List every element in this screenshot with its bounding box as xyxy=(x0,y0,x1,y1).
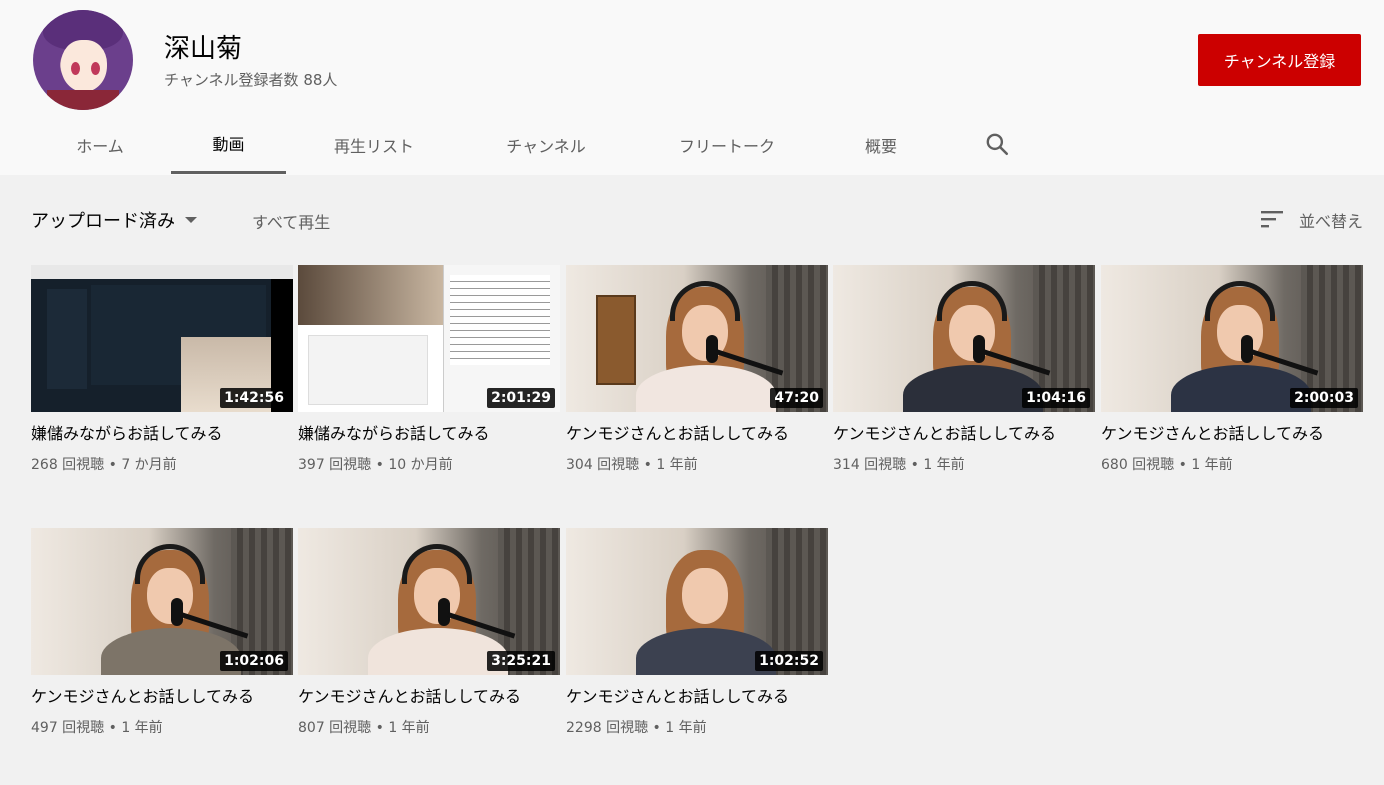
upload-filter-dropdown[interactable]: アップロード済み xyxy=(31,207,197,233)
tab-channels[interactable]: チャンネル xyxy=(486,115,606,174)
video-meta: 397 回視聴 • 10 か月前 xyxy=(298,457,453,473)
video-card[interactable]: 1:42:56 嫌儲みながらお話してみる 268 回視聴 • 7 か月前 xyxy=(31,265,293,474)
thumb-camera xyxy=(298,265,443,325)
thumb-sidebar xyxy=(47,289,87,389)
video-title[interactable]: ケンモジさんとお話ししてみる xyxy=(298,687,548,707)
video-title[interactable]: ケンモジさんとお話ししてみる xyxy=(566,424,816,444)
video-card[interactable]: 2:00:03 ケンモジさんとお話ししてみる 680 回視聴 • 1 年前 xyxy=(1101,265,1363,474)
video-card[interactable]: 1:04:16 ケンモジさんとお話ししてみる 314 回視聴 • 1 年前 xyxy=(833,265,1095,474)
video-card[interactable]: 47:20 ケンモジさんとお話ししてみる 304 回視聴 • 1 年前 xyxy=(566,265,828,474)
video-duration: 2:00:03 xyxy=(1290,388,1358,408)
video-title[interactable]: ケンモジさんとお話ししてみる xyxy=(31,687,281,707)
headphones-icon xyxy=(1205,281,1275,321)
video-title[interactable]: ケンモジさんとお話ししてみる xyxy=(833,424,1083,444)
headphones-icon xyxy=(135,544,205,584)
thumb-face xyxy=(682,568,728,624)
video-thumbnail[interactable]: 1:04:16 xyxy=(833,265,1095,412)
thumb-chat xyxy=(308,335,428,405)
video-duration: 1:42:56 xyxy=(220,388,288,408)
search-icon[interactable] xyxy=(984,131,1010,157)
video-duration: 1:04:16 xyxy=(1022,388,1090,408)
video-meta: 680 回視聴 • 1 年前 xyxy=(1101,457,1233,473)
channel-name: 深山菊 xyxy=(164,34,243,64)
subscribe-button[interactable]: チャンネル登録 xyxy=(1198,34,1361,86)
video-meta: 304 回視聴 • 1 年前 xyxy=(566,457,698,473)
video-thumbnail[interactable]: 2:00:03 xyxy=(1101,265,1363,412)
avatar-eye-right xyxy=(91,62,100,75)
video-thumbnail[interactable]: 1:02:52 xyxy=(566,528,828,675)
tab-about[interactable]: 概要 xyxy=(846,115,916,174)
thumb-body xyxy=(636,365,776,412)
video-title[interactable]: 嫌儲みながらお話してみる xyxy=(298,424,548,444)
tab-discussion[interactable]: フリートーク xyxy=(655,115,799,174)
video-title[interactable]: 嫌儲みながらお話してみる xyxy=(31,424,281,444)
subscriber-count: チャンネル登録者数 88人 xyxy=(164,71,338,89)
video-meta: 2298 回視聴 • 1 年前 xyxy=(566,720,707,736)
video-card[interactable]: 2:01:29 嫌儲みながらお話してみる 397 回視聴 • 10 か月前 xyxy=(298,265,560,474)
channel-avatar[interactable] xyxy=(33,10,133,110)
chevron-down-icon xyxy=(185,217,197,223)
avatar-kimono xyxy=(47,90,119,110)
headphones-icon xyxy=(937,281,1007,321)
channel-header: 深山菊 チャンネル登録者数 88人 チャンネル登録 ホーム 動画 再生リスト チ… xyxy=(0,0,1384,175)
play-all-button[interactable]: すべて再生 xyxy=(252,209,330,233)
video-meta: 314 回視聴 • 1 年前 xyxy=(833,457,965,473)
sort-button[interactable]: 並べ替え xyxy=(1299,208,1363,232)
video-thumbnail[interactable]: 3:25:21 xyxy=(298,528,560,675)
video-title[interactable]: ケンモジさんとお話ししてみる xyxy=(1101,424,1351,444)
video-duration: 1:02:52 xyxy=(755,651,823,671)
video-meta: 807 回視聴 • 1 年前 xyxy=(298,720,430,736)
video-duration: 3:25:21 xyxy=(487,651,555,671)
video-thumbnail[interactable]: 1:42:56 xyxy=(31,265,293,412)
video-card[interactable]: 1:02:06 ケンモジさんとお話ししてみる 497 回視聴 • 1 年前 xyxy=(31,528,293,737)
tab-videos[interactable]: 動画 xyxy=(171,115,286,174)
avatar-eye-left xyxy=(71,62,80,75)
video-card[interactable]: 1:02:52 ケンモジさんとお話ししてみる 2298 回視聴 • 1 年前 xyxy=(566,528,828,737)
video-duration: 47:20 xyxy=(770,388,823,408)
video-thumbnail[interactable]: 47:20 xyxy=(566,265,828,412)
tab-home[interactable]: ホーム xyxy=(52,115,148,174)
video-meta: 497 回視聴 • 1 年前 xyxy=(31,720,163,736)
sort-icon[interactable] xyxy=(1260,208,1286,230)
thumb-door xyxy=(596,295,636,385)
video-duration: 2:01:29 xyxy=(487,388,555,408)
video-thumbnail[interactable]: 2:01:29 xyxy=(298,265,560,412)
avatar-face xyxy=(61,40,107,92)
headphones-icon xyxy=(402,544,472,584)
thumb-text-lines xyxy=(450,275,550,365)
thumb-browser-bar xyxy=(31,265,293,279)
headphones-icon xyxy=(670,281,740,321)
upload-filter-label: アップロード済み xyxy=(31,211,175,232)
video-title[interactable]: ケンモジさんとお話ししてみる xyxy=(566,687,816,707)
video-duration: 1:02:06 xyxy=(220,651,288,671)
video-card[interactable]: 3:25:21 ケンモジさんとお話ししてみる 807 回視聴 • 1 年前 xyxy=(298,528,560,737)
video-meta: 268 回視聴 • 7 か月前 xyxy=(31,457,177,473)
tab-playlists[interactable]: 再生リスト xyxy=(310,115,438,174)
video-thumbnail[interactable]: 1:02:06 xyxy=(31,528,293,675)
